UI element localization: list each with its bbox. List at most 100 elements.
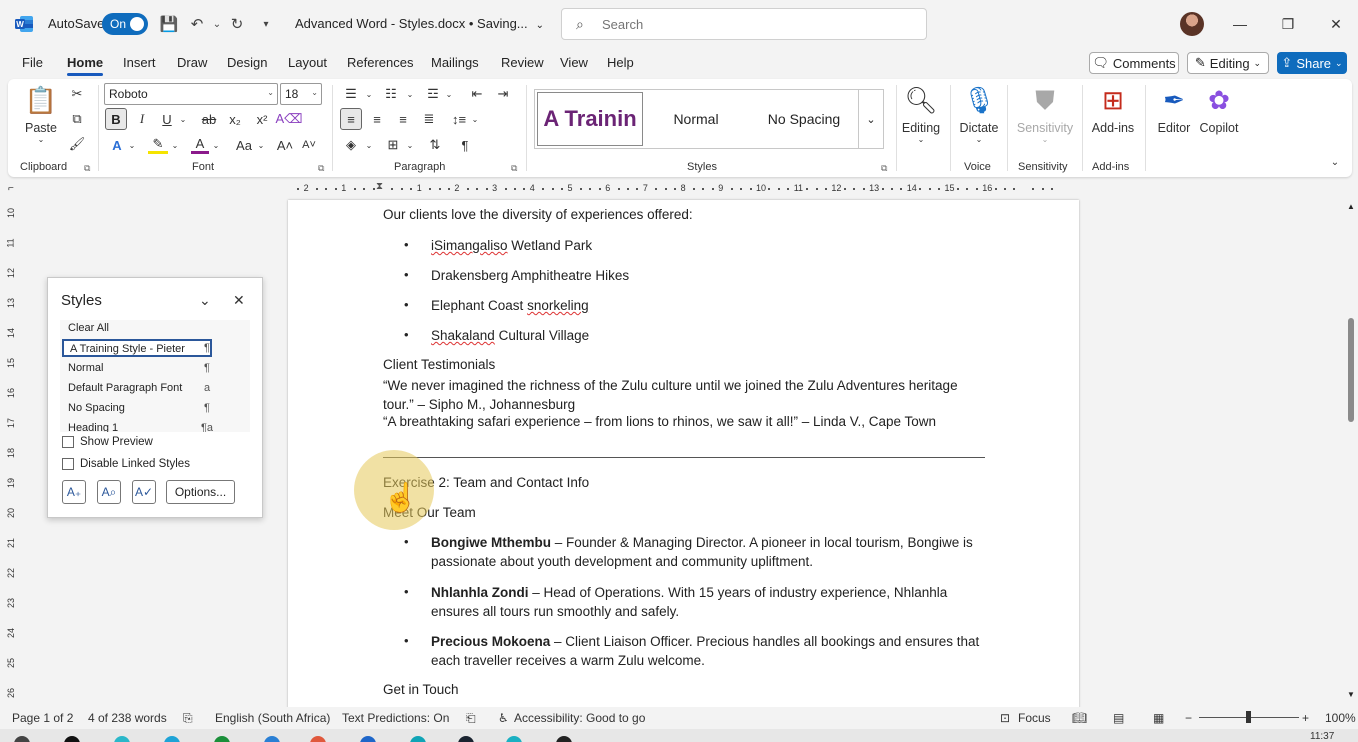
editor-button[interactable]: ✒ Editor — [1154, 83, 1194, 135]
proofing-icon[interactable]: ⎘ — [183, 711, 193, 726]
style-item-clear-all[interactable]: Clear All — [62, 320, 212, 338]
dialog-launcher-icon[interactable]: ⧉ — [881, 163, 887, 174]
editing-mode-button[interactable]: ✎ Editing ⌄ — [1187, 52, 1269, 74]
dictate-button[interactable]: 🎙 Dictate ⌄ — [958, 83, 1000, 144]
copilot-button[interactable]: ✿ Copilot — [1196, 83, 1242, 135]
save-icon[interactable]: 💾 — [159, 14, 179, 34]
tab-insert[interactable]: Insert — [123, 55, 156, 70]
style-item-default-paragraph-font[interactable]: Default Paragraph Font — [62, 380, 212, 398]
search-box[interactable]: ⌕ — [561, 8, 927, 40]
style-item-no-spacing[interactable]: No Spacing — [62, 400, 212, 418]
minimize-icon[interactable]: — — [1228, 12, 1252, 36]
focus-icon[interactable]: ⊡ — [1000, 711, 1010, 725]
zoom-in-icon[interactable]: + — [1302, 711, 1309, 725]
customize-toolbar-icon[interactable]: ▾ — [256, 14, 276, 34]
chevron-down-icon[interactable]: ⌄ — [470, 110, 480, 128]
cut-icon[interactable]: ✂ — [68, 85, 86, 103]
vertical-scrollbar[interactable]: ▲ ▼ — [1344, 200, 1358, 706]
app-icon[interactable] — [458, 736, 474, 742]
language[interactable]: English (South Africa) — [215, 711, 330, 725]
style-item-normal[interactable]: Normal — [62, 360, 212, 378]
format-painter-icon[interactable]: 🖌 — [68, 135, 86, 153]
scroll-thumb[interactable] — [1348, 318, 1354, 422]
close-icon[interactable]: ✕ — [1324, 12, 1348, 36]
new-style-icon[interactable]: A₊ — [62, 480, 86, 504]
tab-review[interactable]: Review — [501, 55, 544, 70]
style-tile-training[interactable]: A Trainin — [537, 92, 643, 146]
chevron-down-icon[interactable]: ⌄ — [405, 85, 415, 103]
paste-button[interactable]: 📋 Paste ⌄ — [22, 83, 60, 144]
comments-button[interactable]: 🗨 Comments — [1089, 52, 1179, 74]
text-predictions[interactable]: Text Predictions: On — [342, 711, 449, 725]
underline-button[interactable]: U — [159, 110, 175, 128]
style-tile-no-spacing[interactable]: No Spacing — [749, 92, 859, 146]
chevron-down-icon[interactable]: ⌄ — [364, 85, 374, 103]
page-count[interactable]: Page 1 of 2 — [12, 711, 73, 725]
chevron-down-icon[interactable]: ⌄ — [178, 110, 188, 128]
disable-linked-checkbox[interactable] — [62, 458, 74, 470]
font-color-icon[interactable]: A — [191, 136, 209, 154]
app-icon[interactable] — [214, 736, 230, 742]
grow-font-icon[interactable]: A˄ — [276, 136, 294, 154]
styles-gallery-more-button[interactable]: ⌄ — [858, 89, 884, 149]
search-input[interactable] — [602, 15, 902, 33]
tab-view[interactable]: View — [560, 55, 588, 70]
subscript-button[interactable]: x₂ — [226, 110, 244, 128]
horizontal-ruler[interactable]: 2 1 1 2 3 4 5 6 7 8 9 10 11 12 13 14 15 16 ⧗ — [288, 181, 1078, 197]
options-button[interactable]: Options... — [166, 480, 235, 504]
start-icon[interactable] — [14, 736, 30, 742]
search-taskbar-icon[interactable] — [64, 736, 80, 742]
change-case-icon[interactable]: Aa — [232, 136, 256, 154]
align-right-icon[interactable]: ≡ — [394, 110, 412, 128]
clear-formatting-icon[interactable]: A⌫ — [275, 110, 302, 128]
zoom-level[interactable]: 100% — [1325, 711, 1356, 725]
chevron-down-icon[interactable]: ⌄ — [211, 136, 221, 154]
scroll-down-icon[interactable]: ▼ — [1347, 690, 1355, 699]
ribbon-collapse-icon[interactable]: ⌄ — [1328, 155, 1342, 169]
tab-home[interactable]: Home — [67, 55, 104, 76]
tab-design[interactable]: Design — [227, 55, 267, 70]
manage-styles-icon[interactable]: A✓ — [132, 480, 156, 504]
read-mode-icon[interactable]: 📖︎ — [1072, 711, 1087, 725]
show-formatting-icon[interactable]: ¶ — [456, 136, 474, 154]
word-count[interactable]: 4 of 238 words — [88, 711, 167, 725]
redo-icon[interactable]: ↻ — [227, 14, 247, 34]
editing-button[interactable]: 🔍︎ Editing ⌄ — [901, 83, 941, 144]
dialog-launcher-icon[interactable]: ⧉ — [84, 163, 90, 174]
sort-icon[interactable]: ⇅ — [426, 136, 444, 154]
app-icon[interactable] — [556, 736, 572, 742]
web-layout-icon[interactable]: ▦ — [1153, 711, 1164, 725]
accessibility-icon[interactable]: ♿︎ — [498, 711, 509, 725]
font-name-field[interactable]: Roboto ⌄ — [104, 83, 278, 105]
sensitivity-button[interactable]: ⛊ Sensitivity ⌄ — [1014, 83, 1076, 144]
bullets-icon[interactable]: ☰ — [342, 85, 360, 103]
style-inspector-icon[interactable]: A⌕ — [97, 480, 121, 504]
borders-icon[interactable]: ⊞ — [384, 136, 402, 154]
show-preview-checkbox[interactable] — [62, 436, 74, 448]
chevron-down-icon[interactable]: ⌄ — [127, 136, 137, 154]
restore-icon[interactable]: ❐ — [1276, 12, 1300, 36]
superscript-button[interactable]: x² — [253, 110, 271, 128]
tab-help[interactable]: Help — [607, 55, 634, 70]
tab-layout[interactable]: Layout — [288, 55, 327, 70]
tab-references[interactable]: References — [347, 55, 413, 70]
strikethrough-button[interactable]: ab — [200, 110, 218, 128]
print-layout-icon[interactable]: ▤ — [1113, 711, 1124, 725]
numbering-icon[interactable]: ☷ — [382, 85, 400, 103]
chevron-down-icon[interactable]: ⌄ — [364, 136, 374, 154]
close-icon[interactable]: ✕ — [233, 292, 245, 309]
undo-icon[interactable]: ↶ — [187, 14, 207, 34]
italic-button[interactable]: I — [134, 110, 150, 128]
tab-selector-icon[interactable]: ⌐ — [8, 183, 14, 194]
app-icon[interactable] — [114, 736, 130, 742]
addins-button[interactable]: ⊞ Add-ins — [1090, 83, 1136, 135]
highlight-color-icon[interactable]: ✎ — [148, 136, 168, 154]
chevron-down-icon[interactable]: ⌄ — [405, 136, 415, 154]
shading-icon[interactable]: ◈ — [342, 136, 360, 154]
line-spacing-icon[interactable]: ↕≡ — [450, 110, 468, 128]
style-item-heading-1[interactable]: Heading 1 — [62, 420, 212, 432]
focus-label[interactable]: Focus — [1018, 711, 1051, 725]
shrink-font-icon[interactable]: A˅ — [300, 136, 318, 154]
decrease-indent-icon[interactable]: ⇤ — [468, 85, 486, 103]
app-icon[interactable] — [506, 736, 522, 742]
